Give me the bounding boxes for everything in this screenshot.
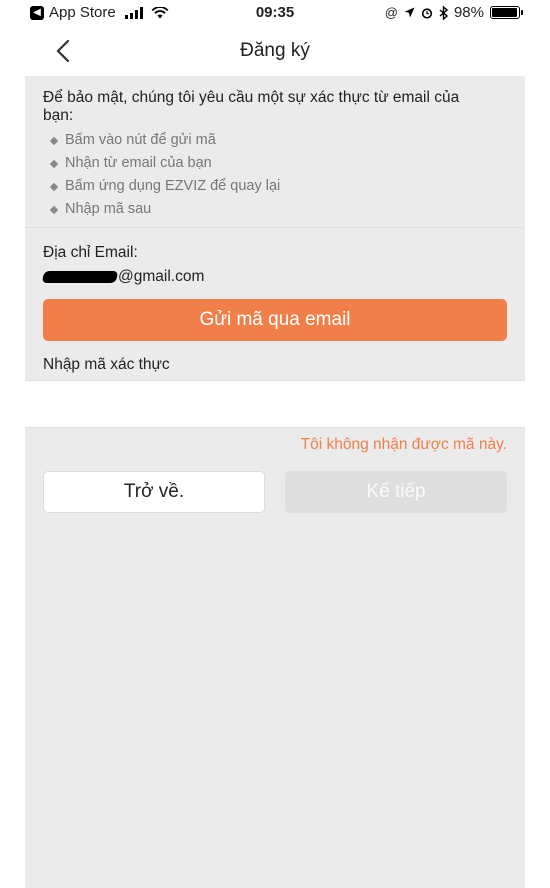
next-button[interactable]: Kế tiếp [285,471,507,513]
status-bar: ◀ App Store 09:35 @ 98% [0,0,550,26]
list-item-text: Bấm ứng dụng EZVIZ để quay lại [65,178,281,194]
list-item: Nhập mã sau [43,198,525,221]
instruction-list: Bấm vào nút để gửi mã Nhận từ email của … [43,129,525,221]
bluetooth-icon [439,5,448,20]
redaction-mark [41,271,119,283]
list-item: Bấm vào nút để gửi mã [43,129,525,152]
list-item-text: Bấm vào nút để gửi mã [65,132,216,148]
code-label: Nhập mã xác thực [43,356,170,373]
info-section: Để bảo mật, chúng tôi yêu cầu một sự xác… [25,76,525,228]
code-not-received-link[interactable]: Tôi không nhận được mã này. [301,436,507,454]
battery-percent: 98% [453,4,484,21]
alarm-icon [421,7,433,19]
bullet-icon [49,182,59,192]
info-text: Để bảo mật, chúng tôi yêu cầu một sự xác… [43,89,460,124]
list-item: Bấm ứng dụng EZVIZ để quay lại [43,175,525,198]
list-item-text: Nhận từ email của bạn [65,155,212,171]
nav-bar: Đăng ký [0,26,550,76]
back-button[interactable]: Trở về. [43,471,265,513]
email-label: Địa chỉ Email: [43,244,138,261]
at-icon: @ [384,5,398,20]
list-item-text: Nhập mã sau [65,201,152,217]
email-domain: @gmail.com [118,268,205,285]
bullet-icon [49,159,59,169]
email-value: @gmail.com [41,268,205,286]
location-icon [404,7,415,18]
bullet-icon [49,136,59,146]
send-code-button[interactable]: Gửi mã qua email [43,299,507,341]
list-item: Nhận từ email của bạn [43,152,525,175]
page-title: Đăng ký [240,40,310,61]
status-bar-right: @ 98% [384,4,523,21]
bullet-icon [49,205,59,215]
battery-fill [492,8,518,17]
verification-code-input[interactable] [25,380,525,428]
battery-icon [490,6,523,19]
content-panel: Để bảo mật, chúng tôi yêu cầu một sự xác… [25,76,525,888]
